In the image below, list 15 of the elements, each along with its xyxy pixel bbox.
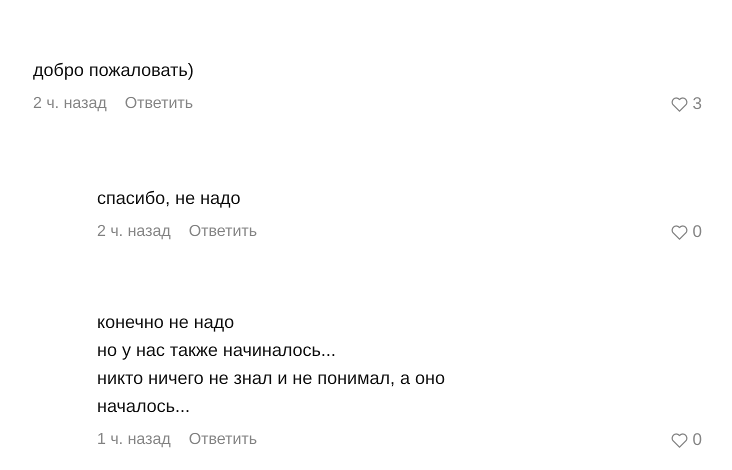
like-button[interactable]: 3 (670, 94, 702, 114)
comment-time: 2 ч. назад (97, 223, 171, 241)
heart-icon (670, 224, 688, 240)
comment-time: 2 ч. назад (33, 95, 107, 113)
like-button[interactable]: 0 (670, 222, 702, 242)
reply-link[interactable]: Ответить (188, 431, 258, 449)
heart-icon (670, 96, 688, 112)
like-button[interactable]: 0 (670, 430, 702, 450)
reply-link[interactable]: Ответить (124, 95, 194, 113)
reply-link[interactable]: Ответить (188, 223, 258, 241)
comment-text: добро пожаловать) (33, 59, 195, 82)
comment-text: спасибо, не надо (97, 187, 242, 210)
comment-text: конечно не надо но у нас также начиналось... никто ничего не знал и не понимал, а оно началось... (97, 311, 446, 418)
heart-icon (670, 432, 688, 448)
comment-time: 1 ч. назад (97, 431, 171, 449)
